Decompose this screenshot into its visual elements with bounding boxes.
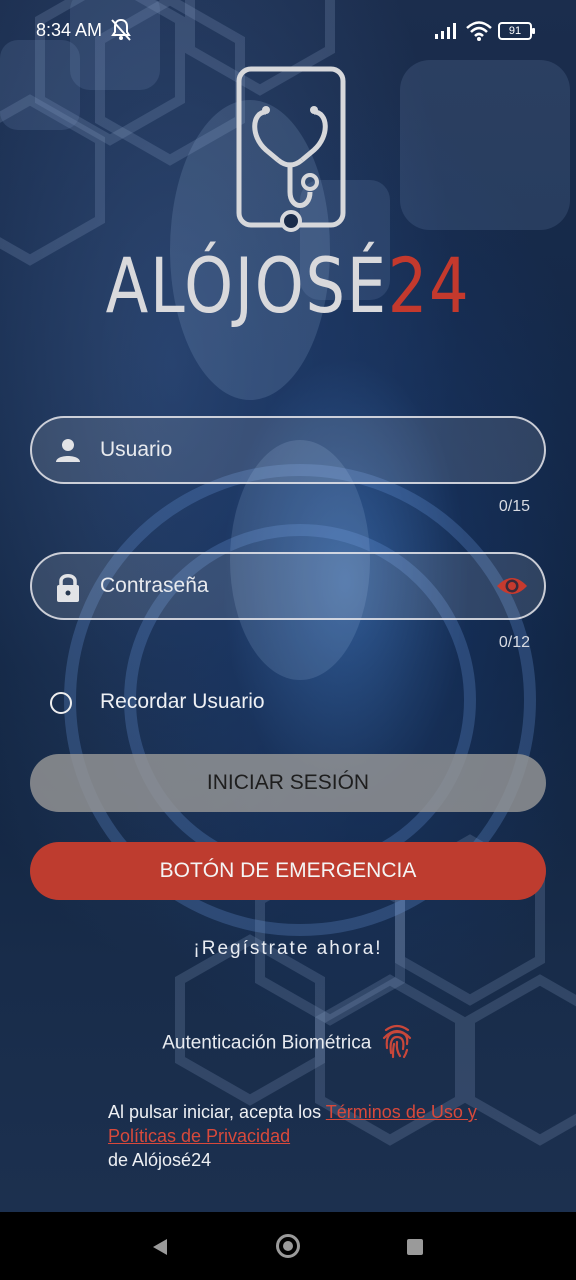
fingerprint-icon[interactable] xyxy=(380,1022,414,1065)
username-field[interactable]: Usuario xyxy=(30,416,546,484)
notifications-off-icon xyxy=(110,18,132,47)
emergency-button[interactable]: BOTÓN DE EMERGENCIA xyxy=(30,842,546,900)
password-field[interactable]: Contraseña xyxy=(30,552,546,620)
terms-prefix: Al pulsar iniciar, acepta los xyxy=(108,1102,326,1122)
status-bar: 8:34 AM 91 xyxy=(0,0,576,64)
terms-text: Al pulsar iniciar, acepta los Términos d… xyxy=(108,1100,488,1172)
phone-stethoscope-icon xyxy=(236,66,346,243)
signal-icon xyxy=(434,22,460,45)
user-icon xyxy=(54,436,82,469)
password-placeholder: Contraseña xyxy=(100,574,209,597)
wifi-icon xyxy=(466,20,492,47)
home-icon[interactable] xyxy=(276,1234,300,1258)
biometric-label: Autenticación Biométrica xyxy=(162,1032,372,1054)
brand-name-number: 24 xyxy=(387,241,471,330)
navigation-bar xyxy=(0,1212,576,1280)
status-time: 8:34 AM xyxy=(36,20,103,40)
recent-apps-icon[interactable] xyxy=(407,1239,423,1255)
terms-suffix: de Alójosé24 xyxy=(108,1150,212,1170)
lock-icon xyxy=(54,572,82,609)
brand-name: ALÓJOSÉ24 xyxy=(52,238,524,334)
username-placeholder: Usuario xyxy=(100,438,173,461)
remember-radio[interactable] xyxy=(50,692,72,714)
remember-label: Recordar Usuario xyxy=(100,690,265,713)
biometric-auth[interactable]: Autenticación Biométrica xyxy=(0,1022,576,1065)
password-counter: 0/12 xyxy=(498,634,530,651)
login-button[interactable]: INICIAR SESIÓN xyxy=(30,754,546,812)
username-counter: 0/15 xyxy=(498,498,530,515)
eye-icon[interactable] xyxy=(496,574,528,603)
register-link[interactable]: ¡Regístrate ahora! xyxy=(0,938,576,960)
battery-icon: 91 xyxy=(498,22,535,40)
brand-name-main: ALÓJOSÉ xyxy=(105,241,388,330)
back-icon[interactable] xyxy=(152,1238,168,1261)
